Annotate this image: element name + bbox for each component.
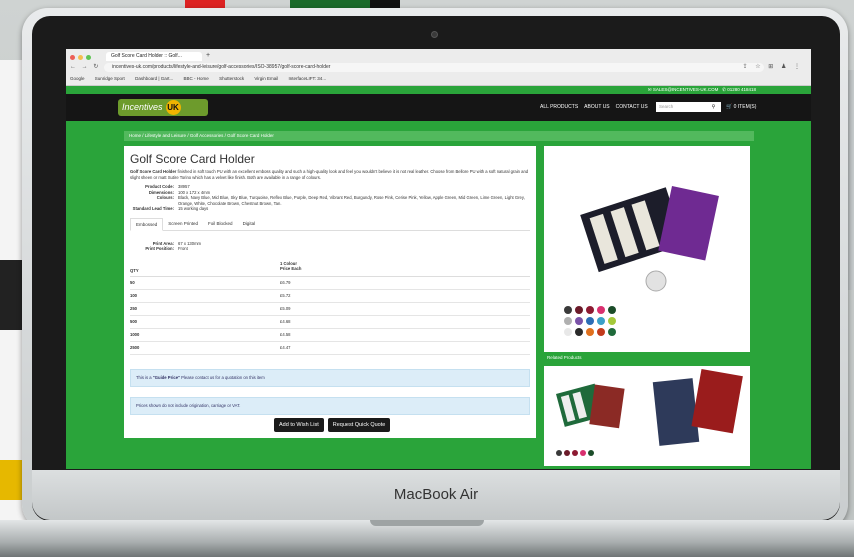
product-panel: Golf Score Card Holder Golf Score Card H… bbox=[124, 146, 536, 438]
colour-swatch[interactable] bbox=[608, 317, 616, 325]
bookmark-item[interactable]: BBC - Home bbox=[184, 76, 209, 81]
laptop-chin: MacBook Air bbox=[32, 470, 840, 520]
product-description: Golf Score Card Holder finished in soft … bbox=[130, 169, 529, 180]
bookmark-item[interactable]: InterfaceLIFT: 34... bbox=[289, 76, 327, 81]
close-window-icon[interactable] bbox=[70, 55, 75, 60]
contact-email[interactable]: SALES@INCENTIVES-UK.COM bbox=[653, 87, 719, 92]
guide-price-note: This is a "Guide Price" Please contact u… bbox=[130, 368, 530, 387]
mail-icon: ✉ bbox=[647, 87, 652, 92]
site-logo[interactable]: Incentives UK bbox=[118, 99, 208, 116]
spec-row: Colours: Black, Navy Blue, Mid Blue, Sky … bbox=[156, 195, 525, 206]
nav-buttons[interactable]: ← → ↻ bbox=[70, 63, 100, 70]
search-icon[interactable]: ⚲ bbox=[706, 102, 721, 112]
related-products-panel bbox=[544, 366, 750, 466]
colour-swatch[interactable] bbox=[564, 317, 572, 325]
maximize-window-icon[interactable] bbox=[86, 55, 91, 60]
menu-contact-us[interactable]: CONTACT US bbox=[616, 104, 648, 110]
tab-digital[interactable]: Digital bbox=[238, 218, 261, 230]
table-row: 2500 £4.47 bbox=[130, 342, 530, 355]
tab-screen-printed[interactable]: Screen Printed bbox=[163, 218, 203, 230]
browser-tab[interactable]: Golf Score Card Holder :: Golf... bbox=[106, 52, 202, 61]
colour-swatch bbox=[564, 450, 570, 456]
menu-about-us[interactable]: ABOUT US bbox=[584, 104, 609, 110]
colour-swatch[interactable] bbox=[575, 306, 583, 314]
address-bar[interactable]: incentives-uk.com/products/lifestyle-and… bbox=[104, 63, 764, 72]
colour-swatch[interactable] bbox=[586, 328, 594, 336]
minimize-window-icon[interactable] bbox=[78, 55, 83, 60]
colour-swatch[interactable] bbox=[597, 317, 605, 325]
breadcrumb-item[interactable]: Lifestyle and Leisure bbox=[145, 133, 186, 138]
bookmark-item[interactable]: Shutterstock bbox=[219, 76, 244, 81]
colour-swatch bbox=[572, 450, 578, 456]
breadcrumb: Home / Lifestyle and Leisure / Golf Acce… bbox=[124, 131, 754, 141]
request-quote-button[interactable]: Request Quick Quote bbox=[327, 418, 391, 432]
phone-icon: ✆ bbox=[722, 87, 726, 92]
colour-swatch[interactable] bbox=[597, 306, 605, 314]
toolbar-icons[interactable]: ⇪ ☆ ⊞ ♟ ⋮ bbox=[743, 63, 803, 70]
colour-swatch[interactable] bbox=[608, 306, 616, 314]
bookmark-item[interactable]: Dashboard | Gart... bbox=[135, 76, 173, 81]
page-title: Golf Score Card Holder bbox=[130, 152, 255, 166]
contact-bar: ✉ SALES@INCENTIVES-UK.COM ✆ 01280 418418 bbox=[66, 86, 811, 94]
contact-phone[interactable]: 01280 418418 bbox=[727, 87, 756, 92]
camera-icon bbox=[431, 31, 438, 38]
bookmarks-bar: Google Sunridge Sport Dashboard | Gart..… bbox=[70, 76, 670, 81]
breadcrumb-item[interactable]: Golf Accessories bbox=[190, 133, 224, 138]
breadcrumb-item[interactable]: Home bbox=[129, 133, 141, 138]
product-image-panel bbox=[544, 146, 750, 352]
add-to-wishlist-button[interactable]: Add to Wish List bbox=[274, 418, 324, 432]
table-row: 50 £6.79 bbox=[130, 277, 530, 290]
breadcrumb-item: Golf Score Card Holder bbox=[227, 133, 274, 138]
cart-button[interactable]: 🛒 0 ITEM(S) bbox=[726, 104, 756, 110]
tab-foil-blocked[interactable]: Foil Blocked bbox=[203, 218, 238, 230]
bookmark-item[interactable]: Virgin Email bbox=[254, 76, 278, 81]
colour-swatch bbox=[580, 450, 586, 456]
colour-swatch[interactable] bbox=[597, 328, 605, 336]
colour-swatch bbox=[556, 450, 562, 456]
browser-chrome: Golf Score Card Holder :: Golf... + ← → … bbox=[66, 49, 811, 86]
price-table-header: QTY 1 Colour Price Each bbox=[130, 261, 530, 277]
spec-row: Standard Lead Time: 15 working days bbox=[132, 206, 209, 211]
table-row: 250 £5.09 bbox=[130, 303, 530, 316]
laptop-notch bbox=[370, 520, 484, 526]
menu-all-products[interactable]: ALL PRODUCTS bbox=[540, 104, 578, 110]
photo-scene: MacBook Air Golf Score Card Holder :: Go… bbox=[0, 0, 854, 557]
bookmark-item[interactable]: Google bbox=[70, 76, 85, 81]
colour-swatch[interactable] bbox=[564, 306, 572, 314]
print-method-tabs: Embossed Screen Printed Foil Blocked Dig… bbox=[130, 217, 530, 231]
site-header: Incentives UK ALL PRODUCTS ABOUT US CONTACT… bbox=[66, 94, 811, 121]
search-input[interactable]: Search bbox=[656, 102, 706, 112]
colour-swatch[interactable] bbox=[586, 306, 594, 314]
bookmark-item[interactable]: Sunridge Sport bbox=[95, 76, 125, 81]
table-row: 1000 £4.58 bbox=[130, 329, 530, 342]
main-menu: ALL PRODUCTS ABOUT US CONTACT US bbox=[540, 104, 654, 110]
new-tab-button[interactable]: + bbox=[206, 52, 210, 59]
tab-embossed[interactable]: Embossed bbox=[130, 217, 164, 231]
laptop-brand: MacBook Air bbox=[393, 486, 479, 503]
table-row: 100 £5.72 bbox=[130, 290, 530, 303]
table-row: 500 £4.68 bbox=[130, 316, 530, 329]
related-products-heading: Related Products bbox=[544, 352, 750, 364]
browser-window: Golf Score Card Holder :: Golf... + ← → … bbox=[66, 49, 811, 469]
price-disclaimer: Prices shown do not include origination,… bbox=[130, 396, 530, 415]
colour-swatch[interactable] bbox=[575, 317, 583, 325]
colour-swatch[interactable] bbox=[586, 317, 594, 325]
colour-swatch[interactable] bbox=[564, 328, 572, 336]
colour-swatch[interactable] bbox=[608, 328, 616, 336]
print-row: Print Position: Front bbox=[145, 246, 188, 251]
colour-swatch bbox=[588, 450, 594, 456]
colour-swatch[interactable] bbox=[575, 328, 583, 336]
